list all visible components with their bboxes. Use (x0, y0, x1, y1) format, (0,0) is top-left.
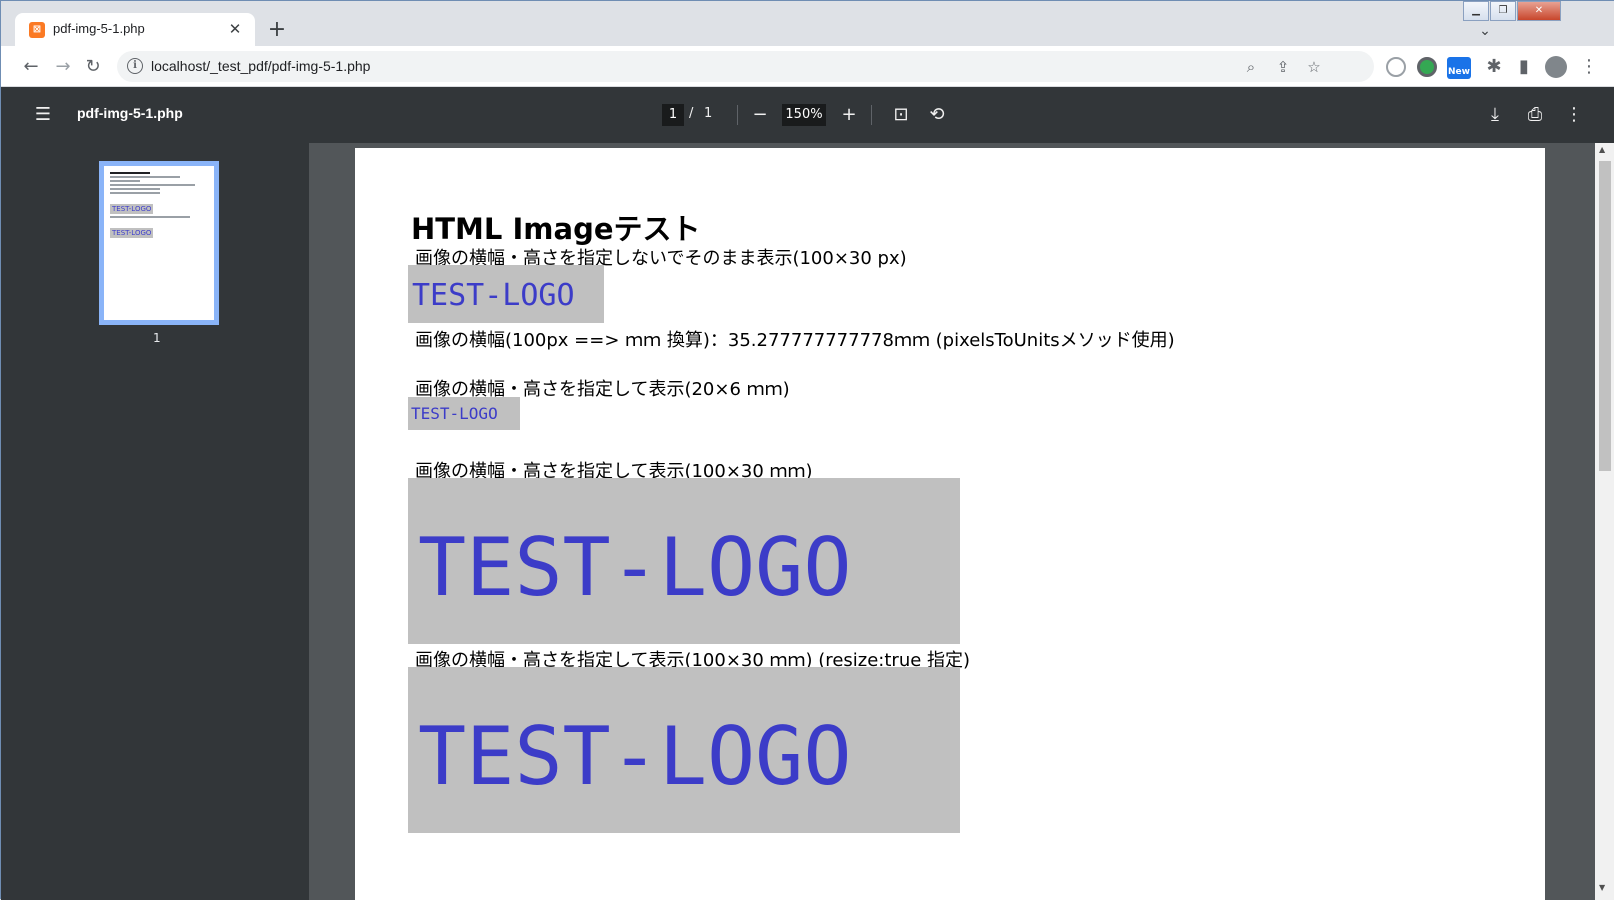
pdf-page: HTML Imageテスト 画像の横幅・高さを指定しないでそのまま表示(100×… (355, 148, 1545, 900)
scrollbar-thumb[interactable] (1599, 161, 1611, 471)
zoom-in-icon[interactable]: + (835, 101, 863, 129)
page-separator: / (689, 106, 694, 121)
close-icon[interactable]: ✕ (225, 19, 245, 39)
extension-github-icon[interactable] (1386, 57, 1406, 77)
zoom-out-icon[interactable]: − (746, 101, 774, 129)
thumbnail-logo: TEST-LOGO (110, 204, 154, 214)
scroll-down-arrow-icon[interactable]: ▼ (1599, 883, 1605, 892)
rotate-icon[interactable]: ⟲ (923, 101, 951, 129)
side-panel-icon[interactable]: ▮ (1510, 53, 1538, 81)
extension-new-icon[interactable]: New (1447, 57, 1471, 79)
extension-green-icon[interactable] (1417, 57, 1437, 77)
profile-avatar[interactable] (1545, 56, 1567, 78)
divider (737, 105, 738, 125)
reload-icon[interactable]: ↻ (79, 53, 107, 81)
logo-image-natural: TEST-LOGO (408, 265, 604, 323)
print-icon[interactable]: ⎙ (1521, 101, 1549, 129)
thumbnail-sidebar: TEST-LOGO TEST-LOGO 1 (1, 143, 309, 900)
thumbnail-logo: TEST-LOGO (110, 228, 154, 238)
hamburger-menu-icon[interactable]: ☰ (29, 101, 57, 129)
page-thumbnail[interactable]: TEST-LOGO TEST-LOGO (99, 161, 219, 325)
new-badge: New (1448, 67, 1470, 77)
more-options-icon[interactable]: ⋮ (1560, 101, 1588, 129)
extensions-puzzle-icon[interactable]: ✱ (1480, 53, 1508, 81)
tab-pdf-img[interactable]: ⊠ pdf-img-5-1.php ✕ (15, 13, 255, 46)
pdf-toolbar: ☰ pdf-img-5-1.php 1 / 1 − 150% + ⊡ ⟲ ⤓ ⎙… (1, 87, 1614, 143)
tab-strip: ⊠ pdf-img-5-1.php ✕ + ⌄ ▁ ❐ ✕ (1, 1, 1614, 46)
tab-title: pdf-img-5-1.php (53, 21, 145, 36)
divider (871, 105, 872, 125)
new-tab-button[interactable]: + (263, 17, 291, 45)
xampp-icon: ⊠ (29, 22, 45, 38)
vertical-scrollbar[interactable]: ▲ ▼ (1595, 143, 1614, 900)
logo-image-large: TEST-LOGO (408, 478, 960, 644)
forward-arrow-icon[interactable]: → (49, 53, 77, 81)
thumbnail-page-number: 1 (153, 331, 161, 345)
scroll-up-arrow-icon[interactable]: ▲ (1599, 145, 1605, 154)
tab-search-chevron-icon[interactable]: ⌄ (1471, 18, 1499, 44)
zoom-input[interactable]: 150% (782, 104, 826, 126)
share-icon[interactable]: ⇪ (1271, 55, 1295, 79)
pdf-viewport: HTML Imageテスト 画像の横幅・高さを指定しないでそのまま表示(100×… (309, 143, 1595, 900)
close-window-button[interactable]: ✕ (1517, 1, 1561, 21)
page-title: HTML Imageテスト (411, 212, 701, 246)
page-number-input[interactable]: 1 (662, 104, 684, 126)
fit-page-icon[interactable]: ⊡ (887, 101, 915, 129)
page-total: 1 (704, 106, 713, 121)
back-arrow-icon[interactable]: ← (17, 53, 45, 81)
url-text[interactable]: localhost/_test_pdf/pdf-img-5-1.php (151, 58, 370, 74)
browser-toolbar: ← → ↻ i localhost/_test_pdf/pdf-img-5-1.… (1, 46, 1614, 87)
pdf-title: pdf-img-5-1.php (77, 105, 183, 121)
logo-image-resized: TEST-LOGO (408, 667, 960, 833)
address-bar[interactable]: i localhost/_test_pdf/pdf-img-5-1.php ⌕ … (117, 51, 1374, 82)
site-info-icon[interactable]: i (127, 58, 143, 74)
logo-image-small: TEST-LOGO (408, 397, 520, 430)
thumbnail-preview: TEST-LOGO TEST-LOGO (110, 172, 200, 240)
download-icon[interactable]: ⤓ (1481, 101, 1509, 129)
maximize-button[interactable]: ❐ (1490, 1, 1516, 21)
bookmark-star-icon[interactable]: ☆ (1302, 55, 1326, 79)
zoom-icon[interactable]: ⌕ (1239, 55, 1263, 79)
minimize-button[interactable]: ▁ (1463, 1, 1489, 21)
text-line-2: 画像の横幅(100px ==> ｍｍ 換算)：35.277777777778ｍｍ… (415, 330, 1175, 351)
browser-window: ⊠ pdf-img-5-1.php ✕ + ⌄ ▁ ❐ ✕ ← → ↻ i lo… (0, 0, 1614, 900)
kebab-menu-icon[interactable]: ⋮ (1575, 53, 1603, 81)
